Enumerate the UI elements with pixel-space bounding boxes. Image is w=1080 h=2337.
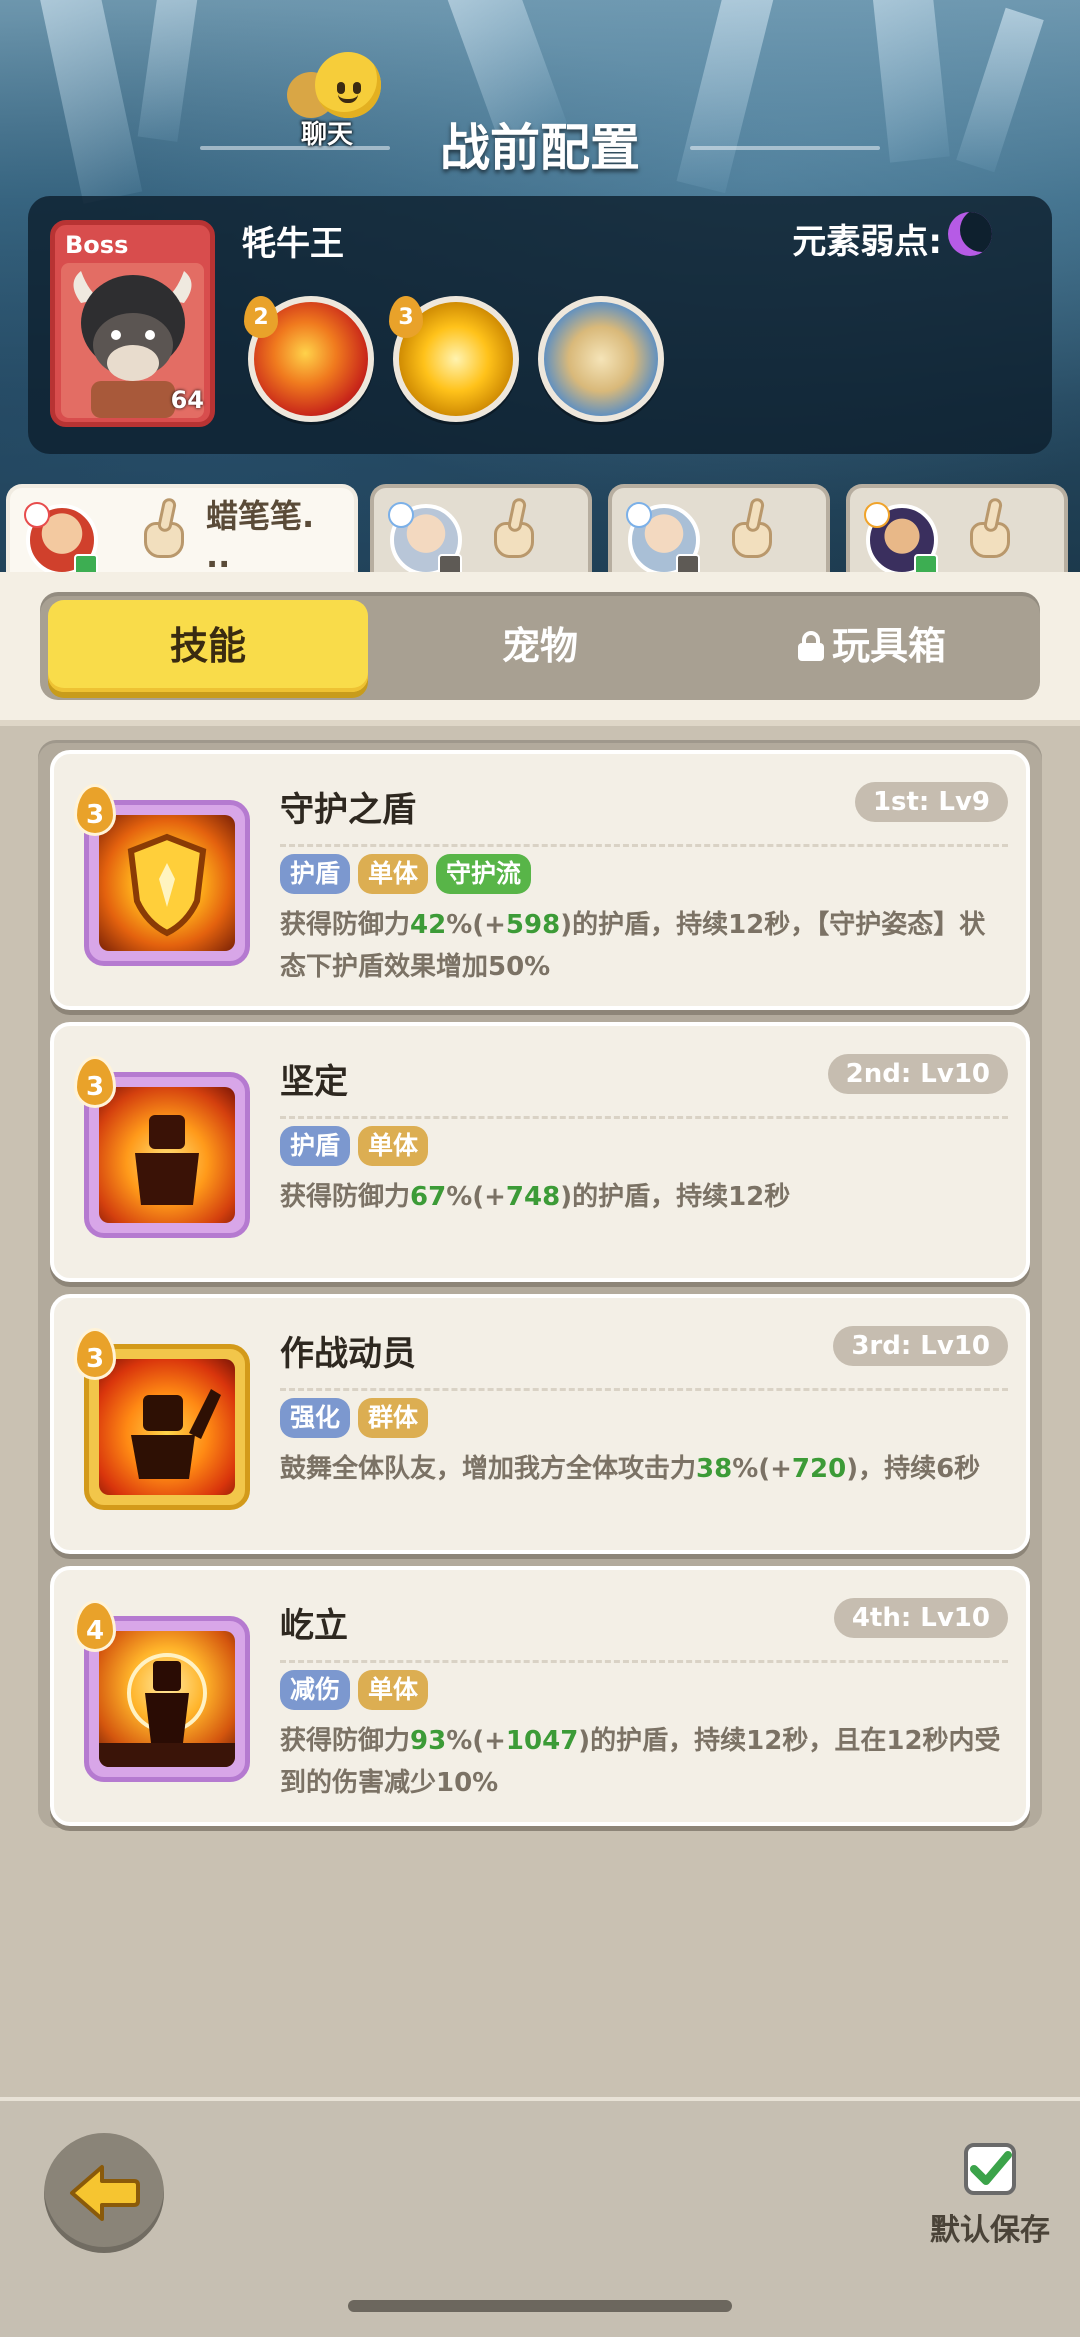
skill-description: 鼓舞全体队友，增加我方全体攻击力38%(+720)，持续6秒 — [280, 1454, 981, 1484]
skill-card[interactable]: 3 坚定 2nd: Lv10 护盾 单体 获得防御力67%(+748)的护盾，持… — [50, 1022, 1030, 1282]
skill-rank-badge: 1st: Lv9 — [854, 782, 1008, 822]
tap-hand-icon — [960, 496, 1018, 562]
skill-tags: 护盾 单体 守护流 — [280, 854, 532, 896]
boss-level: 64 — [170, 386, 204, 414]
tab-skills[interactable]: 技能 — [48, 600, 368, 692]
skill-title: 守护之盾 — [280, 790, 416, 830]
rally-figure-icon — [99, 1359, 235, 1495]
back-button[interactable] — [44, 2133, 164, 2253]
page-title: 战前配置 — [440, 119, 640, 177]
steadfast-figure-icon — [99, 1087, 235, 1223]
home-indicator — [348, 2300, 732, 2312]
checkbox-icon[interactable] — [964, 2143, 1016, 2195]
skill-cost-badge: 3 — [74, 1056, 116, 1108]
element-water-badge — [626, 502, 652, 528]
boss-portrait[interactable]: Boss 64 — [50, 220, 215, 427]
tab-bar: 技能 宠物 玩具箱 — [0, 572, 1080, 720]
divider — [280, 1660, 1008, 1663]
golden-ring-icon[interactable]: 3 — [389, 296, 519, 422]
default-save-toggle[interactable]: 默认保存 — [930, 2143, 1050, 2263]
back-arrow-icon — [70, 2165, 140, 2221]
divider — [280, 1116, 1008, 1119]
skill-rank-badge: 2nd: Lv10 — [827, 1054, 1008, 1094]
tab-pets[interactable]: 宠物 — [380, 600, 700, 692]
skill-tag: 守护流 — [436, 854, 532, 894]
hero-tab-2[interactable] — [370, 484, 592, 576]
smiley-icon — [315, 52, 381, 118]
chat-label: 聊天 — [301, 120, 354, 150]
segmented-control: 技能 宠物 玩具箱 — [40, 592, 1040, 700]
hero-avatar — [626, 502, 700, 576]
skill-tag: 单体 — [358, 854, 429, 894]
chat-button[interactable]: 聊天 — [283, 50, 398, 150]
skill-description: 获得防御力42%(+598)的护盾，持续12秒，【守护姿态】状态下护盾效果增加5… — [280, 910, 986, 982]
standing-figure-icon — [99, 1631, 235, 1767]
skill-title: 坚定 — [280, 1062, 348, 1102]
element-fire-badge — [24, 502, 50, 528]
hero-tab-1[interactable]: 蜡笔笔. .. — [6, 484, 358, 576]
hero-tab-3[interactable] — [608, 484, 830, 576]
skill-card[interactable]: 3 作战动员 3rd: Lv10 强化 群体 鼓舞全体队友，增加我方全体攻击力3… — [50, 1294, 1030, 1554]
skill-tag: 单体 — [358, 1126, 429, 1166]
boss-tag: Boss — [65, 231, 129, 259]
divider — [280, 844, 1008, 847]
skill-description: 获得防御力93%(+1047)的护盾，持续12秒，且在12秒内受到的伤害减少10… — [280, 1726, 1001, 1798]
skill-description: 获得防御力67%(+748)的护盾，持续12秒 — [280, 1182, 791, 1212]
skill-tag: 单体 — [358, 1670, 429, 1710]
hero-tab-4[interactable] — [846, 484, 1068, 576]
moon-icon — [948, 212, 992, 256]
boss-info-panel: Boss 64 牦牛王 元素弱点: 2 3 — [28, 196, 1052, 454]
tap-hand-icon — [134, 496, 192, 562]
skill-card[interactable]: 3 守护之盾 1st: Lv9 护盾 单体 守护流 获得防御力42%(+598)… — [50, 750, 1030, 1010]
skill-tag: 护盾 — [280, 854, 351, 894]
main-panel: 技能 宠物 玩具箱 3 守护之盾 1st: Lv9 护盾 单体 守护流 获得防御… — [0, 572, 1080, 2097]
tap-hand-icon — [722, 496, 780, 562]
element-weakness-label: 元素弱点: — [792, 222, 942, 262]
hero-avatar — [24, 502, 98, 576]
skill-rank-badge: 3rd: Lv10 — [833, 1326, 1008, 1366]
skill-tags: 护盾 单体 — [280, 1126, 429, 1168]
skill-tag: 减伤 — [280, 1670, 351, 1710]
skill-tag: 群体 — [358, 1398, 429, 1438]
boss-skill-count: 2 — [244, 296, 278, 338]
hero-name: 蜡笔笔. .. — [206, 497, 315, 575]
skill-card[interactable]: 4 屹立 4th: Lv10 减伤 单体 获得防御力93%(+1047)的护盾，… — [50, 1566, 1030, 1826]
skill-cost-badge: 4 — [74, 1600, 116, 1652]
skill-cost-badge: 3 — [74, 1328, 116, 1380]
skill-cost-badge: 3 — [74, 784, 116, 836]
tab-toybox[interactable]: 玩具箱 — [712, 600, 1032, 692]
fire-claw-icon[interactable]: 2 — [244, 296, 374, 422]
tab-toybox-label: 玩具箱 — [831, 624, 946, 668]
hero-avatar — [388, 502, 462, 576]
lock-icon — [797, 631, 824, 661]
skill-title: 屹立 — [280, 1606, 348, 1646]
skill-tags: 减伤 单体 — [280, 1670, 429, 1712]
skill-tag: 护盾 — [280, 1126, 351, 1166]
hero-avatar — [864, 502, 938, 576]
skill-tag: 强化 — [280, 1398, 351, 1438]
save-label: 默认保存 — [930, 2213, 1050, 2248]
boss-skill-count: 3 — [389, 296, 423, 338]
skill-tags: 强化 群体 — [280, 1398, 429, 1440]
skill-list: 3 守护之盾 1st: Lv9 护盾 单体 守护流 获得防御力42%(+598)… — [38, 740, 1042, 1828]
tap-hand-icon — [484, 496, 542, 562]
divider — [280, 1388, 1008, 1391]
rock-shield-icon[interactable] — [538, 296, 664, 422]
boss-name: 牦牛王 — [242, 224, 344, 264]
skill-rank-badge: 4th: Lv10 — [833, 1598, 1008, 1638]
golden-shield-icon — [99, 815, 235, 951]
skill-title: 作战动员 — [280, 1334, 416, 1374]
element-lightning-badge — [864, 502, 890, 528]
element-water-badge — [388, 502, 414, 528]
